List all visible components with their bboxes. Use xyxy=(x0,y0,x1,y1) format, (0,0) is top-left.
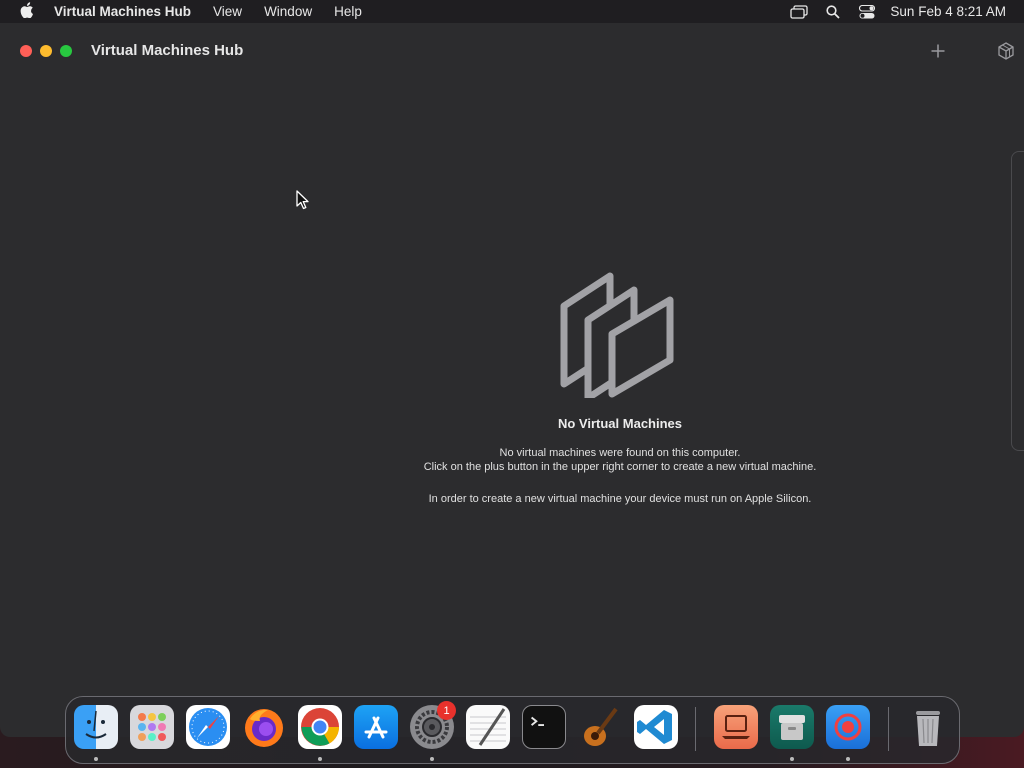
running-indicator xyxy=(846,757,850,761)
empty-state-line-2: Click on the plus button in the upper ri… xyxy=(423,461,817,473)
app-window: Virtual Machines Hub No Virtual Machines… xyxy=(0,23,1024,737)
menu-window[interactable]: Window xyxy=(253,4,323,19)
notification-badge: 1 xyxy=(437,701,456,720)
mouse-cursor-icon xyxy=(296,190,310,215)
menu-clock[interactable]: Sun Feb 4 8:21 AM xyxy=(884,4,1024,19)
add-vm-button[interactable] xyxy=(925,39,951,63)
dock xyxy=(65,696,960,764)
running-indicator xyxy=(790,757,794,761)
minimize-window-button[interactable] xyxy=(40,45,52,57)
menu-help[interactable]: Help xyxy=(323,4,373,19)
dock-separator xyxy=(695,707,696,751)
empty-state-title: No Virtual Machines xyxy=(557,416,682,431)
close-window-button[interactable] xyxy=(20,45,32,57)
finder-icon[interactable] xyxy=(74,705,118,749)
empty-state-line-3: In order to create a new virtual machine… xyxy=(428,493,812,505)
control-center-icon[interactable] xyxy=(850,0,884,23)
firefox-icon[interactable] xyxy=(242,705,286,749)
trash-icon[interactable] xyxy=(906,705,950,749)
vm-library-button[interactable] xyxy=(993,39,1019,63)
empty-state-line-1: No virtual machines were found on this c… xyxy=(499,447,741,459)
archive-icon[interactable] xyxy=(770,705,814,749)
menu-bar: Virtual Machines Hub View Window Help Su… xyxy=(0,0,1024,23)
menu-view[interactable]: View xyxy=(202,4,253,19)
safari-icon[interactable] xyxy=(186,705,230,749)
running-indicator xyxy=(318,757,322,761)
launchpad-icon[interactable] xyxy=(130,705,174,749)
app-store-icon[interactable] xyxy=(354,705,398,749)
plus-icon xyxy=(931,44,945,58)
vscode-icon[interactable] xyxy=(634,705,678,749)
dock-separator xyxy=(888,707,889,751)
screen-recorder-icon[interactable] xyxy=(826,705,870,749)
empty-state: No Virtual Machines No virtual machines … xyxy=(350,268,890,506)
textedit-icon[interactable] xyxy=(466,705,510,749)
menu-app-name[interactable]: Virtual Machines Hub xyxy=(54,4,202,19)
garageband-icon[interactable] xyxy=(578,705,622,749)
terminal-icon[interactable] xyxy=(522,705,566,749)
title-bar: Virtual Machines Hub xyxy=(0,23,1024,79)
apple-menu-icon[interactable] xyxy=(0,1,54,22)
collapsed-side-panel[interactable] xyxy=(1011,151,1024,451)
running-indicator xyxy=(430,757,434,761)
virtual-machines-hub-icon[interactable] xyxy=(714,705,758,749)
cube-icon xyxy=(998,42,1014,60)
chrome-icon[interactable] xyxy=(298,705,342,749)
spotlight-search-icon[interactable] xyxy=(816,0,850,23)
virtual-machines-icon xyxy=(560,272,674,398)
window-title: Virtual Machines Hub xyxy=(91,42,244,59)
screen-mirroring-icon[interactable] xyxy=(782,0,816,23)
maximize-window-button[interactable] xyxy=(60,45,72,57)
running-indicator xyxy=(94,757,98,761)
